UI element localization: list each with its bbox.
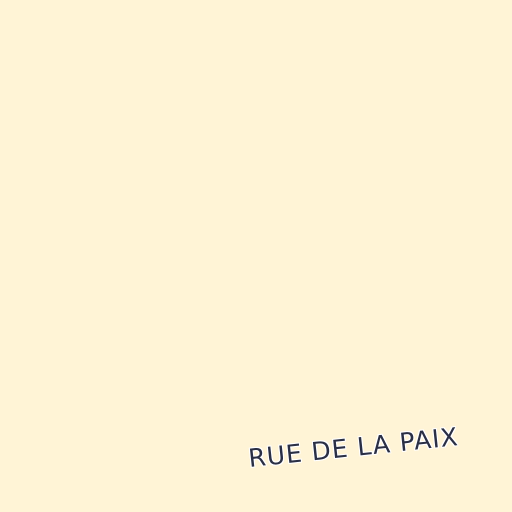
street-label-rue-de-la-paix: RUE DE LA PAIX [246,422,460,473]
map-canvas[interactable]: RUE DE LA PAIX [0,0,512,512]
